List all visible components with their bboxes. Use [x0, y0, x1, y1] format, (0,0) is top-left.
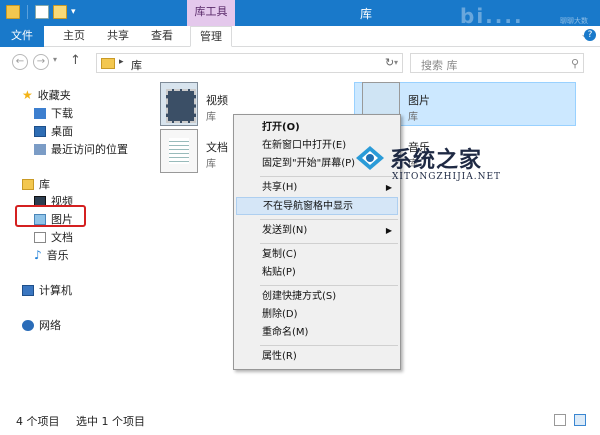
network-icon: [22, 319, 34, 331]
status-bar: 4 个项目 选中 1 个项目: [0, 407, 600, 435]
folder-icon: [6, 5, 20, 19]
address-row: ← → ▾ ↑ ▸ 库 ▾ ↻ 搜索 库 ⚲: [0, 47, 600, 77]
site-watermark: 系统之家 XITONGZHIJIA.NET: [352, 140, 527, 200]
menu-item-create-shortcut[interactable]: 创建快捷方式(S): [234, 288, 400, 306]
contextual-tab-group: 库工具: [187, 0, 235, 26]
nav-item-label: 网络: [39, 319, 61, 332]
menu-item-label: 共享(H): [262, 182, 298, 193]
menu-divider: [260, 285, 398, 286]
quick-access-toolbar: ▾: [6, 5, 76, 19]
nav-item-recent-places[interactable]: 最近访问的位置: [34, 141, 128, 157]
forward-button[interactable]: →: [33, 54, 49, 70]
nav-item-computer[interactable]: 计算机: [22, 282, 72, 298]
nav-item-downloads[interactable]: 下载: [34, 105, 73, 121]
properties-icon[interactable]: [35, 5, 49, 19]
menu-item-open[interactable]: 打开(O): [234, 119, 400, 137]
item-name: 视频: [206, 94, 228, 107]
menu-divider: [260, 243, 398, 244]
ribbon-tab-bar: 文件 主页 共享 查看 管理 ⌄ ?: [0, 26, 600, 47]
music-icon: ♪: [34, 247, 42, 262]
submenu-arrow-icon: ▶: [385, 226, 392, 235]
search-placeholder: 搜索 库: [421, 59, 458, 72]
refresh-icon[interactable]: ↻: [385, 56, 394, 69]
video-library-icon: [160, 82, 198, 126]
menu-item-send-to[interactable]: 发送到(N) ▶: [234, 222, 400, 240]
watermark-subtitle: XITONGZHIJIA.NET: [392, 172, 502, 182]
nav-item-documents[interactable]: 文档: [34, 229, 73, 245]
chevron-down-icon[interactable]: ▾: [394, 58, 398, 67]
watermark-logo-icon: [356, 146, 384, 170]
desktop-icon: [34, 125, 46, 137]
menu-item-paste[interactable]: 粘贴(P): [234, 264, 400, 282]
menu-divider: [260, 219, 398, 220]
document-icon: [34, 231, 46, 243]
nav-item-network[interactable]: 网络: [22, 317, 61, 333]
nav-item-label: 桌面: [51, 125, 73, 138]
recent-places-icon: [34, 143, 46, 155]
nav-item-label: 收藏夹: [37, 89, 71, 102]
item-name: 图片: [408, 94, 430, 107]
menu-divider: [260, 345, 398, 346]
nav-item-music[interactable]: ♪ 音乐: [34, 247, 69, 263]
highlight-box: [15, 205, 86, 227]
tab-home[interactable]: 主页: [54, 26, 94, 47]
selected-count: 选中 1 个项目: [76, 415, 145, 428]
menu-item-delete[interactable]: 删除(D): [234, 306, 400, 324]
library-folder-icon: [101, 58, 115, 69]
item-type: 库: [206, 159, 216, 170]
menu-item-label: 发送到(N): [262, 225, 308, 236]
large-icons-view-icon[interactable]: [574, 414, 586, 426]
back-button[interactable]: ←: [12, 54, 28, 70]
nav-item-label: 最近访问的位置: [51, 143, 128, 156]
item-type: 库: [206, 112, 216, 123]
item-name: 文档: [206, 141, 228, 154]
navigation-pane: ★ 收藏夹 下载 桌面 最近访问的位置 库 视频 图片 文档 ♪ 音乐 计算机 …: [0, 77, 148, 407]
tab-share[interactable]: 共享: [98, 26, 138, 47]
new-folder-icon[interactable]: [53, 5, 67, 19]
details-view-icon[interactable]: [554, 414, 566, 426]
menu-item-properties[interactable]: 属性(R): [234, 348, 400, 366]
library-icon: [22, 178, 34, 190]
search-input[interactable]: 搜索 库 ⚲: [410, 53, 584, 73]
item-count: 4 个项目: [16, 415, 60, 428]
toolbar-divider: [27, 5, 28, 19]
tab-view[interactable]: 查看: [142, 26, 182, 47]
corner-watermark: bi....: [460, 4, 524, 28]
nav-item-label: 音乐: [46, 249, 69, 262]
up-arrow-icon[interactable]: ↑: [70, 53, 81, 68]
help-icon[interactable]: ?: [584, 29, 596, 41]
nav-item-label: 下载: [51, 107, 73, 120]
nav-item-label: 库: [39, 178, 50, 191]
nav-item-label: 文档: [51, 231, 73, 244]
corner-watermark-small: 聊聊大数: [560, 17, 588, 25]
tab-file[interactable]: 文件: [0, 26, 44, 47]
nav-item-libraries[interactable]: 库: [22, 176, 50, 192]
item-type: 库: [408, 112, 418, 123]
address-bar[interactable]: ▸ 库 ▾: [96, 53, 403, 73]
nav-item-desktop[interactable]: 桌面: [34, 123, 73, 139]
document-library-icon: [160, 129, 198, 173]
computer-icon: [22, 284, 34, 296]
title-bar: ▾ 库工具 库 bi.... 聊聊大数: [0, 0, 600, 28]
nav-item-favorites[interactable]: ★ 收藏夹: [22, 87, 71, 103]
customize-toolbar-icon[interactable]: ▾: [71, 7, 76, 17]
menu-item-rename[interactable]: 重命名(M): [234, 324, 400, 342]
chevron-right-icon[interactable]: ▸: [119, 57, 124, 67]
recent-locations-icon[interactable]: ▾: [53, 55, 57, 64]
library-item-videos[interactable]: 视频 库: [160, 82, 228, 126]
tab-manage[interactable]: 管理: [190, 26, 232, 47]
star-icon: ★: [22, 87, 33, 102]
search-icon[interactable]: ⚲: [571, 57, 579, 70]
window-title: 库: [360, 7, 373, 21]
breadcrumb[interactable]: 库: [131, 57, 142, 73]
menu-item-copy[interactable]: 复制(C): [234, 246, 400, 264]
nav-item-label: 计算机: [39, 284, 72, 297]
download-icon: [34, 107, 46, 119]
library-item-documents[interactable]: 文档 库: [160, 129, 228, 173]
watermark-title: 系统之家: [390, 148, 483, 173]
